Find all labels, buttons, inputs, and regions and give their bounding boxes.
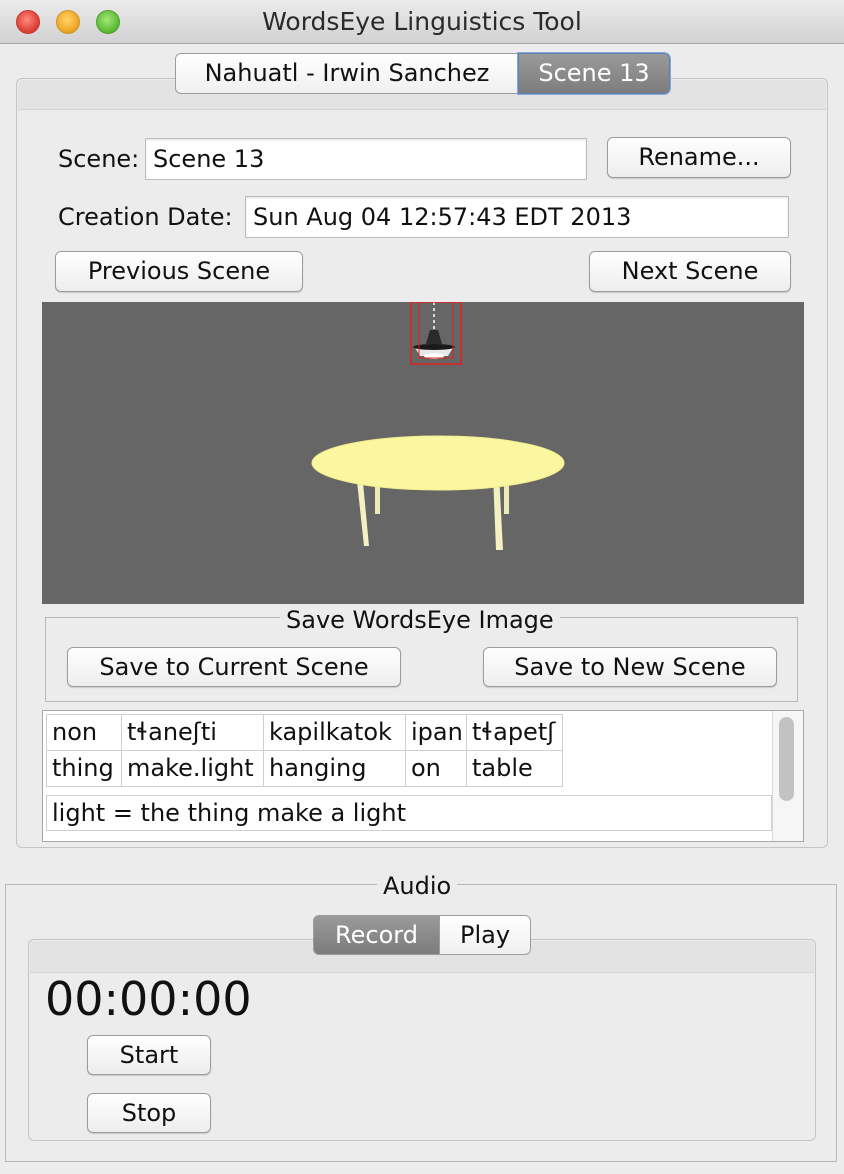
creation-date-label: Creation Date: (58, 203, 233, 231)
word-row: non tɬaneʃti kapilkatok ipan tɬapetʃ (46, 714, 563, 751)
save-to-new-scene-button[interactable]: Save to New Scene (483, 647, 777, 687)
gloss-scroll-thumb[interactable] (779, 717, 794, 801)
gloss-cell[interactable]: table (466, 750, 563, 787)
word-cell[interactable]: tɬaneʃti (121, 714, 264, 751)
tab-play[interactable]: Play (439, 915, 531, 955)
save-image-title: Save WordsEye Image (280, 606, 560, 634)
gloss-cell[interactable]: thing (46, 750, 122, 787)
tab-project[interactable]: Nahuatl - Irwin Sanchez (175, 53, 519, 94)
scene-label: Scene: (58, 145, 140, 173)
gloss-cell[interactable]: hanging (263, 750, 406, 787)
recording-timer: 00:00:00 (45, 972, 252, 1026)
start-recording-button[interactable]: Start (87, 1035, 211, 1075)
word-cell[interactable]: kapilkatok (263, 714, 406, 751)
gloss-cell[interactable]: on (405, 750, 467, 787)
scene-render (311, 302, 565, 550)
hanging-lamp-object[interactable] (410, 302, 462, 365)
word-cell[interactable]: non (46, 714, 122, 751)
word-cell[interactable]: tɬapetʃ (466, 714, 563, 751)
window-title: WordsEye Linguistics Tool (262, 7, 582, 36)
creation-date-field[interactable]: Sun Aug 04 12:57:43 EDT 2013 (245, 196, 789, 238)
scene-name-field[interactable]: Scene 13 (145, 138, 587, 180)
gloss-row: thing make.light hanging on table (46, 750, 563, 787)
previous-scene-button[interactable]: Previous Scene (55, 251, 303, 292)
word-cell[interactable]: ipan (405, 714, 467, 751)
tab-record[interactable]: Record (313, 915, 440, 955)
tab-scene[interactable]: Scene 13 (518, 53, 670, 94)
rename-button[interactable]: Rename... (607, 137, 791, 178)
save-to-current-scene-button[interactable]: Save to Current Scene (67, 647, 401, 687)
gloss-cell[interactable]: make.light (121, 750, 264, 787)
table-object[interactable] (311, 435, 565, 550)
audio-title: Audio (377, 872, 458, 900)
stop-recording-button[interactable]: Stop (87, 1093, 211, 1133)
scene-viewport[interactable] (42, 302, 804, 604)
next-scene-button[interactable]: Next Scene (589, 251, 791, 292)
translation-cell[interactable]: light = the thing make a light (46, 795, 772, 831)
